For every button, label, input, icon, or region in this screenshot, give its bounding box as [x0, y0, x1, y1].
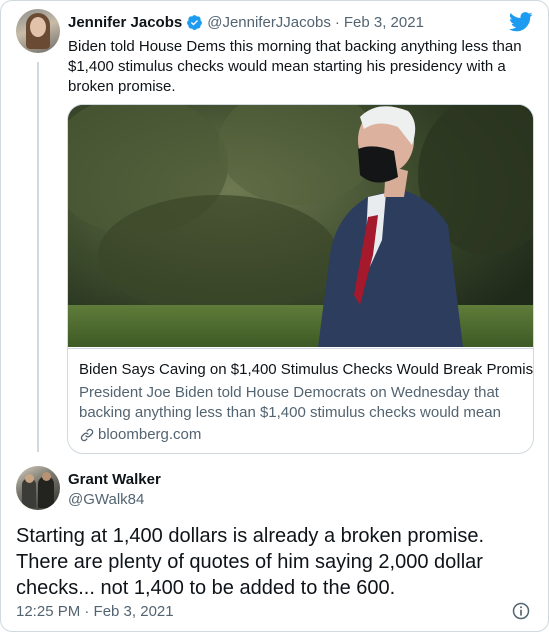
quoted-tweet-text: Biden told House Dems this morning that …	[68, 38, 522, 95]
quoted-author-handle[interactable]: @JenniferJJacobs	[207, 14, 331, 31]
author-name[interactable]: Grant Walker	[68, 471, 161, 488]
quoted-tweet-date[interactable]: Feb 3, 2021	[344, 14, 424, 31]
tweet-text: Starting at 1,400 dollars is already a b…	[16, 525, 485, 599]
link-preview-card[interactable]: Biden Says Caving on $1,400 Stimulus Che…	[67, 104, 534, 454]
thread-connector-line	[37, 62, 39, 452]
card-domain-label: bloomberg.com	[98, 426, 202, 443]
avatar-grant-walker[interactable]	[16, 466, 60, 510]
card-body: Biden Says Caving on $1,400 Stimulus Che…	[68, 348, 533, 453]
link-icon	[80, 428, 94, 441]
twitter-bird-icon[interactable]	[509, 12, 533, 32]
avatar-jennifer-jacobs[interactable]	[16, 9, 60, 53]
info-icon[interactable]	[511, 601, 531, 621]
author-handle[interactable]: @GWalk84	[68, 491, 144, 508]
card-domain[interactable]: bloomberg.com	[79, 426, 201, 443]
card-description: President Joe Biden told House Democrats…	[79, 384, 501, 421]
card-title[interactable]: Biden Says Caving on $1,400 Stimulus Che…	[79, 361, 533, 378]
card-image-biden-profile	[68, 105, 533, 347]
verified-badge-icon	[187, 15, 203, 31]
quoted-author-name[interactable]: Jennifer Jacobs	[68, 14, 182, 31]
quoted-tweet-header: Jennifer Jacobs @JenniferJJacobs · Feb 3…	[68, 14, 424, 31]
tweet-timestamp[interactable]: 12:25 PM · Feb 3, 2021	[16, 603, 174, 620]
header-separator: ·	[334, 14, 340, 31]
